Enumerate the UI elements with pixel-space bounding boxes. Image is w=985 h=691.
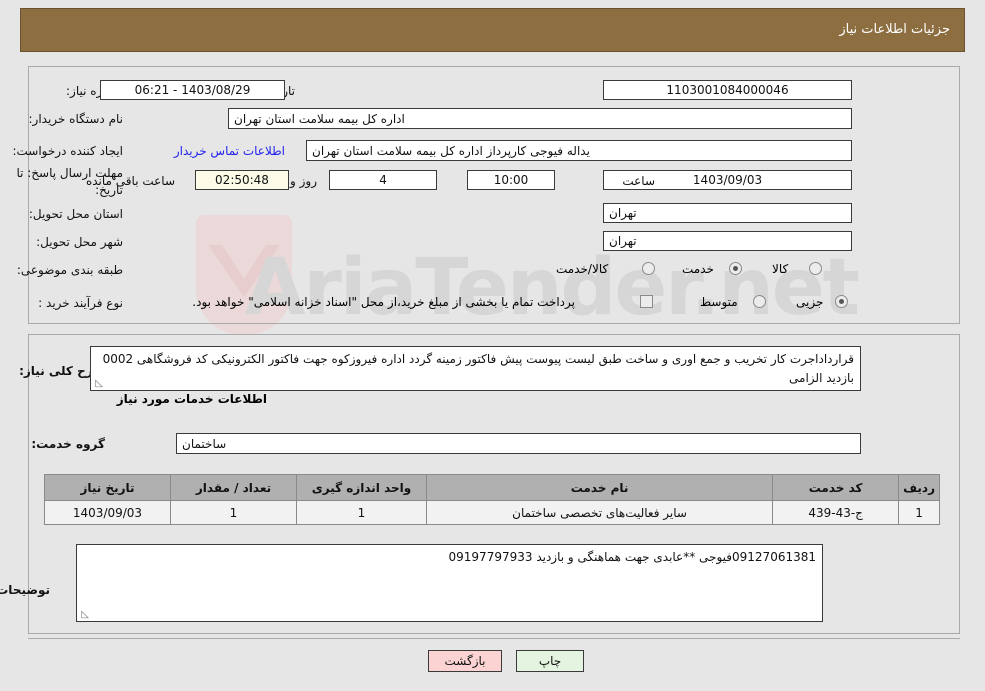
radio-category-kala-khedmat-label: کالا/خدمت <box>556 262 609 276</box>
treasury-documents-text: پرداخت تمام یا بخشی از مبلغ خرید،از محل … <box>192 295 575 309</box>
radio-category-kala-khedmat[interactable] <box>642 262 655 275</box>
general-description-text: قرارداداجرت کار تخریب و جمع اوری و ساخت … <box>102 352 854 385</box>
remaining-days-field: 4 <box>329 170 437 190</box>
page-header-bar: جزئیات اطلاعات نیاز <box>20 8 965 52</box>
countdown-timer-field: 02:50:48 <box>195 170 289 190</box>
footer-divider <box>28 638 960 639</box>
print-button[interactable]: چاپ <box>516 650 584 672</box>
delivery-city-field[interactable]: تهران <box>603 231 852 251</box>
radio-category-khedmat-label: خدمت <box>682 262 714 276</box>
service-group-field[interactable]: ساختمان <box>176 433 861 454</box>
radio-category-khedmat[interactable] <box>729 262 742 275</box>
radio-purchase-jozei[interactable] <box>835 295 848 308</box>
delivery-province-field[interactable]: تهران <box>603 203 852 223</box>
col-code: کد خدمت <box>772 474 900 501</box>
remaining-days-unit-label: روز و <box>290 174 317 188</box>
cell-row: 1 <box>898 500 940 525</box>
cell-need-date: 1403/09/03 <box>44 500 171 525</box>
requester-label: ایجاد کننده درخواست: <box>12 144 123 158</box>
radio-purchase-motevaset[interactable] <box>753 295 766 308</box>
countdown-unit-label: ساعت باقی مانده <box>85 174 175 188</box>
page-root: AriaTender.net جزئیات اطلاعات نیاز شماره… <box>0 0 985 691</box>
delivery-province-label: استان محل تحویل: <box>28 207 123 221</box>
back-button[interactable]: بازگشت <box>428 650 502 672</box>
requester-field[interactable]: یداله فیوجی کارپرداز اداره کل بیمه سلامت… <box>306 140 852 161</box>
col-qty: تعداد / مقدار <box>170 474 297 501</box>
announce-datetime-field[interactable]: 1403/08/29 - 06:21 <box>100 80 285 100</box>
col-unit: واحد اندازه گیری <box>296 474 427 501</box>
services-section-heading: اطلاعات خدمات مورد نیاز <box>116 392 267 406</box>
col-name: نام خدمت <box>425 474 774 501</box>
delivery-city-label: شهر محل تحویل: <box>36 235 123 249</box>
buyer-notes-text: 09127061381فیوجی **عابدی جهت هماهنگی و ب… <box>448 550 816 564</box>
radio-purchase-motevaset-label: متوسط <box>700 295 738 309</box>
buyer-organisation-label: نام دستگاه خریدار: <box>28 112 124 126</box>
purchase-process-label: نوع فرآیند خرید : <box>38 296 123 310</box>
table-header-row: ردیف کد خدمت نام خدمت واحد اندازه گیری ت… <box>44 474 940 501</box>
cell-name: سایر فعالیت‌های تخصصی ساختمان <box>425 500 774 525</box>
need-number-field[interactable]: 1103001084000046 <box>603 80 852 100</box>
resize-grip-icon-notes[interactable]: ◺ <box>79 610 89 620</box>
services-table: ردیف کد خدمت نام خدمت واحد اندازه گیری ت… <box>44 474 940 525</box>
col-row: ردیف <box>898 474 940 501</box>
page-title: جزئیات اطلاعات نیاز <box>839 22 950 37</box>
cell-code: ج-43-439 <box>772 500 900 525</box>
table-row[interactable]: 1 ج-43-439 سایر فعالیت‌های تخصصی ساختمان… <box>44 500 940 525</box>
deadline-hour-field[interactable]: 10:00 <box>467 170 555 190</box>
service-group-label: گروه خدمت: <box>31 437 105 451</box>
col-need-date: تاریخ نیاز <box>44 474 171 501</box>
treasury-documents-checkbox[interactable] <box>640 295 653 308</box>
buyer-organisation-field[interactable]: اداره کل بیمه سلامت استان تهران <box>228 108 852 129</box>
radio-category-kala[interactable] <box>809 262 822 275</box>
general-description-textarea[interactable]: قرارداداجرت کار تخریب و جمع اوری و ساخت … <box>90 346 861 391</box>
need-info-panel <box>28 66 960 324</box>
buyer-notes-textarea[interactable]: 09127061381فیوجی **عابدی جهت هماهنگی و ب… <box>76 544 823 622</box>
subject-category-label: طبقه بندی موضوعی: <box>16 263 123 277</box>
cell-qty: 1 <box>170 500 297 525</box>
radio-category-kala-label: کالا <box>772 262 789 276</box>
radio-purchase-jozei-label: جزیی <box>796 295 824 309</box>
deadline-hour-label: ساعت <box>622 174 655 188</box>
resize-grip-icon[interactable]: ◺ <box>93 379 103 389</box>
buyer-notes-label: توضیحات خریدار: <box>0 583 50 597</box>
buyer-contact-link[interactable]: اطلاعات تماس خریدار <box>174 144 285 158</box>
cell-unit: 1 <box>296 500 427 525</box>
